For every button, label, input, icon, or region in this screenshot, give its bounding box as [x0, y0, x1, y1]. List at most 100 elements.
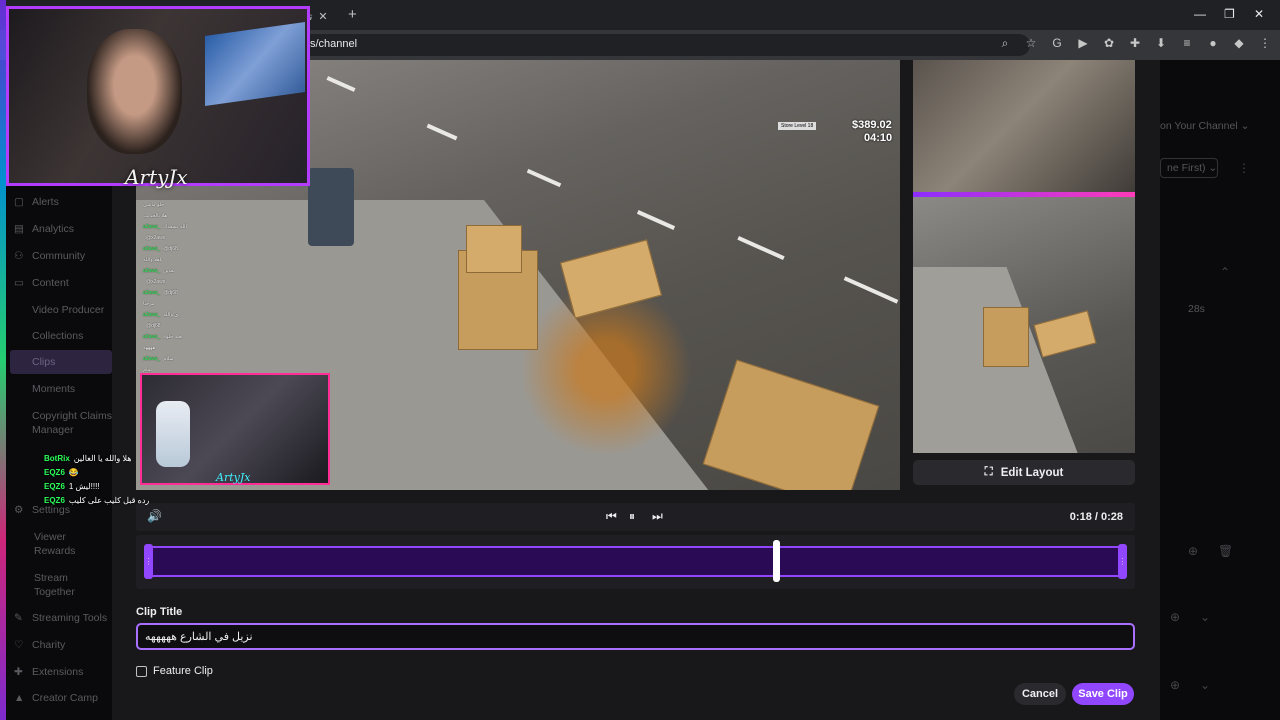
chat-text: @dj68 — [163, 290, 178, 296]
streamer — [87, 29, 182, 154]
youtube-icon[interactable]: ▶ — [1076, 36, 1090, 51]
sidebar-item-video-producer[interactable]: Video Producer — [32, 304, 104, 316]
chat-text: سلام — [163, 356, 174, 362]
new-tab-icon[interactable]: + — [348, 6, 357, 23]
chat-message: ههههه — [143, 343, 293, 354]
chat-message: a2aws_ @dj68 — [143, 244, 293, 255]
add-icon[interactable]: ⊕ — [1170, 610, 1180, 624]
download-icon[interactable]: ⬇ — [1154, 36, 1168, 51]
chat-text: @dj68 — [163, 246, 178, 252]
feature-clip-option[interactable]: Feature Clip — [136, 665, 213, 677]
playhead[interactable] — [772, 540, 780, 582]
chat-text: الله يسعدك — [163, 224, 187, 230]
maximize-icon[interactable]: ❐ — [1224, 7, 1235, 21]
cancel-button[interactable]: Cancel — [1014, 683, 1066, 705]
chat-text: اي والله — [163, 312, 180, 318]
sidebar-item-analytics[interactable]: ▤ Analytics — [14, 223, 74, 235]
add-icon-2[interactable]: ⊕ — [1170, 678, 1180, 692]
address-bar[interactable]: s/channel — [290, 34, 1030, 56]
menu-icon[interactable]: ⋮ — [1258, 36, 1272, 51]
volume-icon[interactable]: 🔊 — [147, 509, 162, 523]
minimize-icon[interactable]: — — [1194, 7, 1206, 21]
sidebar-item-viewer[interactable]: Viewer — [34, 531, 66, 543]
sidebar-item-creator-camp[interactable]: ▲ Creator Camp — [14, 692, 98, 704]
chat-text: @x2aws — [146, 235, 166, 241]
chat-message: a2aws_ @dj68 — [143, 288, 293, 299]
feature-clip-checkbox[interactable] — [136, 665, 147, 677]
trash-icon[interactable]: 🗑 — [1218, 544, 1233, 558]
save-clip-button[interactable]: Save Clip — [1072, 683, 1134, 705]
sidebar-item-copyright[interactable]: Copyright Claims — [32, 410, 112, 422]
sidebar-item-content[interactable]: ▭ Content — [14, 277, 69, 289]
layout-preview — [913, 60, 1135, 453]
trim-start-handle[interactable]: ⋮ — [144, 544, 153, 579]
chat-text: ياهلا والله — [143, 257, 163, 263]
crop-icon: ⛶ — [984, 466, 993, 478]
overlay-chat-username: EQZ6 — [44, 496, 65, 505]
edit-layout-button[interactable]: ⛶ Edit Layout — [913, 460, 1135, 485]
zoom-icon[interactable]: ⌕ — [998, 36, 1012, 51]
overlay-chat-message: EQZ6 ليش 1!!!! — [44, 480, 149, 494]
people-icon: ⚇ — [14, 250, 24, 262]
edit-layout-label: Edit Layout — [1000, 466, 1064, 479]
chat-text: مرحبا — [143, 301, 155, 307]
chevron-down-icon-2[interactable]: ⌄ — [1200, 678, 1210, 692]
chat-message: a2aws_ اي والله — [143, 310, 293, 321]
sidebar-item-streaming-tools[interactable]: ✎ Streaming Tools — [14, 612, 107, 624]
sidebar-item-alerts[interactable]: ▢ Alerts — [14, 196, 59, 208]
channel-filter[interactable]: on Your Channel ⌄ — [1160, 120, 1249, 132]
folder-icon: ▭ — [14, 277, 24, 289]
chat-message: هلا بالحبايب — [143, 211, 293, 222]
share-icon[interactable]: ⊕ — [1188, 544, 1198, 558]
profile-icon[interactable]: ● — [1206, 36, 1220, 51]
trim-end-handle[interactable]: ⋮ — [1118, 544, 1127, 579]
sidebar-item-community[interactable]: ⚇ Community — [14, 250, 85, 262]
chat-message: @dj68 — [143, 321, 293, 332]
player-controls: 🔊 ⏮ ⏸ ⏭ 0:18 / 0:28 — [136, 503, 1135, 531]
clip-title-input[interactable]: نزيل في الشارع هههههه — [136, 623, 1135, 650]
skip-forward-icon[interactable]: ⏭ — [652, 509, 663, 524]
pause-icon[interactable]: ⏸ — [629, 509, 635, 524]
small-webcam: ArtyJx — [140, 373, 330, 485]
chart-icon: ▤ — [14, 223, 24, 235]
puzzle-icon[interactable]: ✚ — [1128, 36, 1142, 51]
overlay-chat-message: EQZ6 رده قبل كليب على كليب — [44, 494, 149, 508]
tools-icon: ✎ — [14, 612, 23, 624]
chevron-down-icon[interactable]: ⌄ — [1200, 610, 1210, 624]
chat-text: @dj68 — [146, 323, 161, 329]
chat-message: مرحبا — [143, 299, 293, 310]
close-tab-icon[interactable]: ✕ — [318, 10, 327, 23]
sidebar-item-extensions[interactable]: ✚ Extensions — [14, 666, 83, 678]
sidebar-item-clips[interactable]: Clips — [10, 350, 112, 374]
streamer-webcam: ArtyJx — [6, 6, 310, 189]
bell-icon: ▢ — [14, 196, 24, 208]
store-level: Store Level 18 — [778, 122, 817, 130]
chat-message: @x2aws — [143, 233, 293, 244]
sidebar-item-moments[interactable]: Moments — [32, 383, 75, 395]
chat-message: a2aws_ سلام — [143, 354, 293, 365]
preview-box — [1033, 310, 1097, 358]
close-window-icon[interactable]: ✕ — [1254, 7, 1264, 21]
clip-timeline[interactable] — [145, 546, 1127, 577]
more-icon[interactable]: ⋮ — [1238, 161, 1250, 175]
chevron-up-icon[interactable]: ⌃ — [1220, 265, 1230, 279]
chat-text: حلو ماشي — [143, 202, 165, 208]
clip-title-value: نزيل في الشارع هههههه — [145, 631, 253, 643]
extension-icon[interactable]: ✿ — [1102, 36, 1116, 51]
cardboard-box — [466, 225, 522, 273]
sort-dropdown[interactable]: ne First) ⌄ — [1160, 158, 1218, 178]
sidebar-item-collections[interactable]: Collections — [32, 330, 83, 342]
shield-icon[interactable]: ◆ — [1232, 36, 1246, 51]
sidebar-item-charity[interactable]: ♡ Charity — [14, 639, 65, 651]
skip-back-icon[interactable]: ⏮ — [606, 509, 617, 524]
clip-duration: 28s — [1188, 303, 1205, 315]
playlist-icon[interactable]: ≡ — [1180, 36, 1194, 51]
webcam-logo: ArtyJx — [125, 165, 188, 189]
overlay-chat-text: رده قبل كليب على كليب — [68, 496, 150, 505]
star-icon[interactable]: ☆ — [1024, 36, 1038, 51]
translate-icon[interactable]: G — [1050, 36, 1064, 51]
sidebar-item-stream[interactable]: Stream — [34, 572, 68, 584]
address-text: s/channel — [310, 38, 358, 50]
chat-text: @x2aws — [146, 279, 166, 285]
chat-username: a2aws_ — [143, 246, 161, 252]
